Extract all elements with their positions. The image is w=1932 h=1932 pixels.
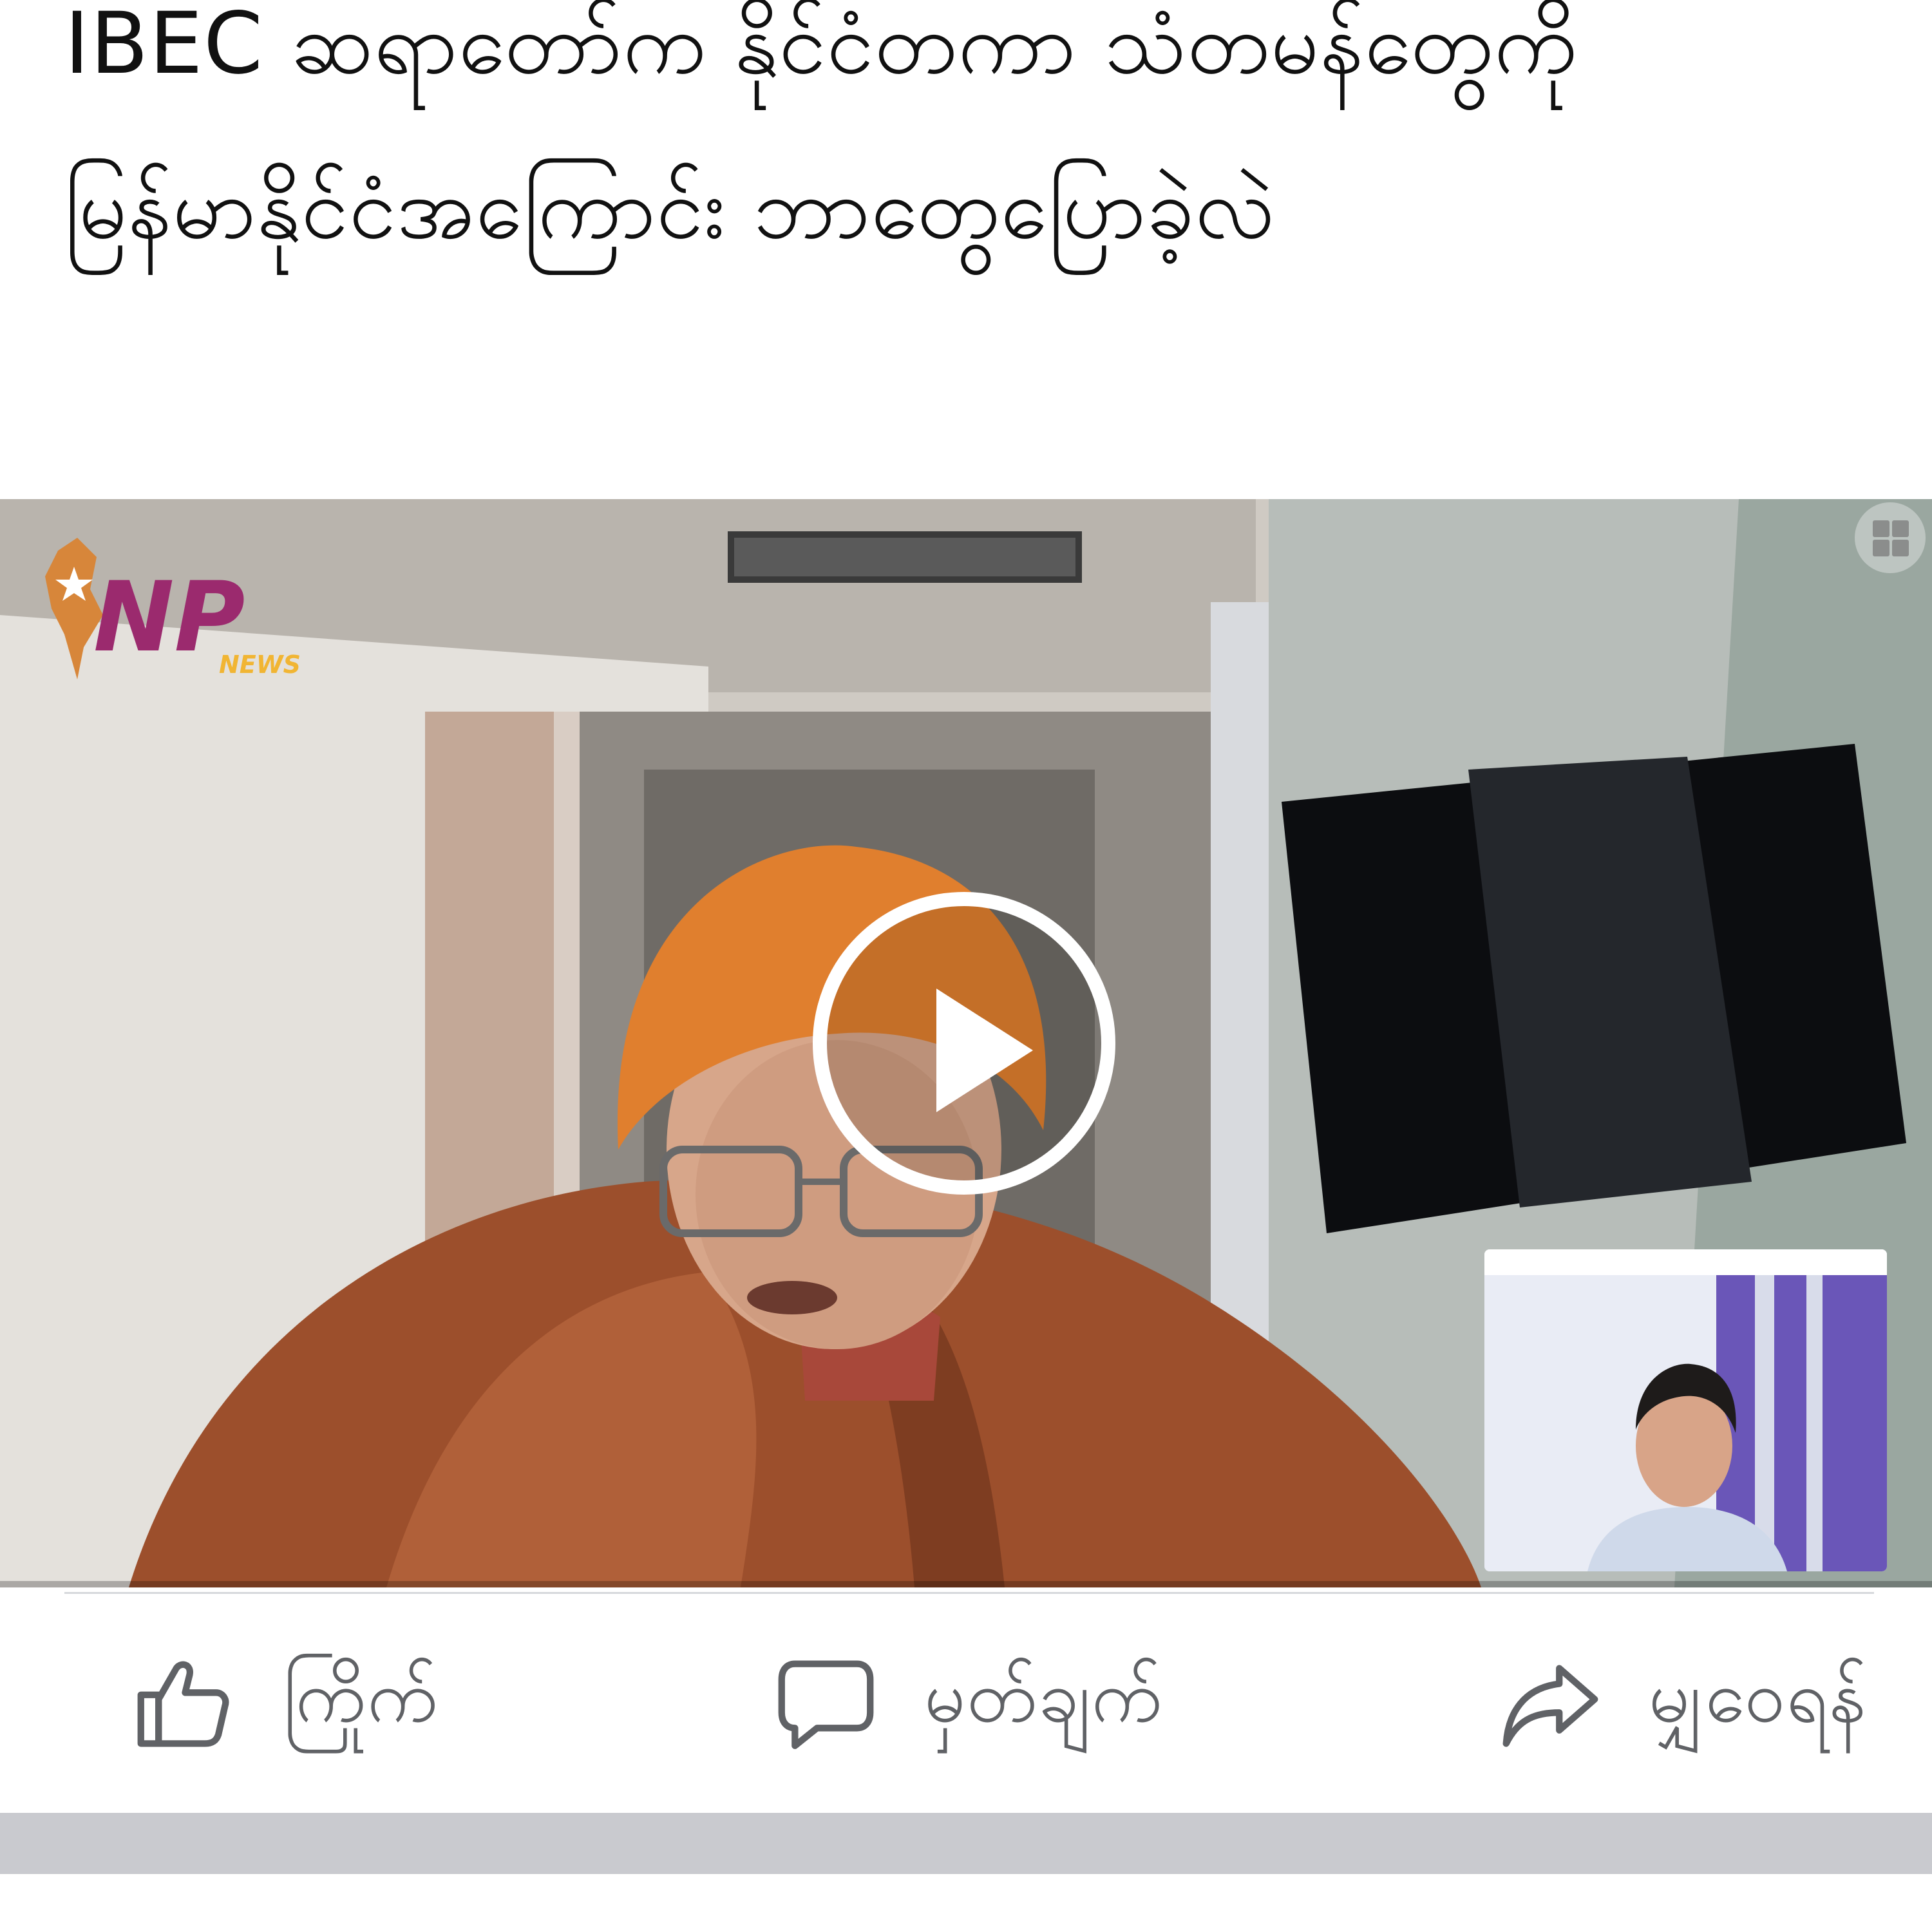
pip-video-inset — [1484, 1249, 1887, 1571]
divider — [64, 1592, 1874, 1594]
post-title: IBEC ဆရာတော်က နိုင်ငံတကာ သံတမန်တွေကို မြ… — [64, 0, 1578, 258]
share-arrow-icon — [1502, 1664, 1598, 1747]
post-action-bar: ကြိုက် မှတ်ချက် မျှဝေရန် — [0, 1597, 1932, 1810]
comment-label: မှတ်ချက် — [924, 1654, 1164, 1739]
comment-button[interactable]: မှတ်ချက် — [773, 1651, 1163, 1757]
video-progress-bar[interactable] — [0, 1581, 1932, 1587]
channel-logo: NP NEWS — [39, 531, 309, 692]
feed-separator — [0, 1813, 1932, 1874]
play-icon — [936, 989, 1033, 1112]
share-label: မျှဝေရန် — [1648, 1654, 1868, 1739]
play-button[interactable] — [813, 892, 1115, 1195]
thumbs-up-icon — [137, 1661, 229, 1747]
post-title-container: IBEC ဆရာတော်က နိုင်ငံတကာ သံတမန်တွေကို မြ… — [0, 0, 1932, 496]
grid-icon[interactable] — [1855, 502, 1926, 573]
like-button[interactable]: ကြိုက် — [132, 1651, 439, 1757]
comment-icon — [778, 1660, 874, 1749]
svg-text:NEWS: NEWS — [219, 650, 301, 679]
share-button[interactable]: မျှဝေရန် — [1497, 1651, 1868, 1757]
next-post-area — [0, 1874, 1932, 1932]
video-player[interactable]: NP NEWS — [0, 499, 1932, 1587]
like-label: ကြိုက် — [283, 1654, 439, 1739]
